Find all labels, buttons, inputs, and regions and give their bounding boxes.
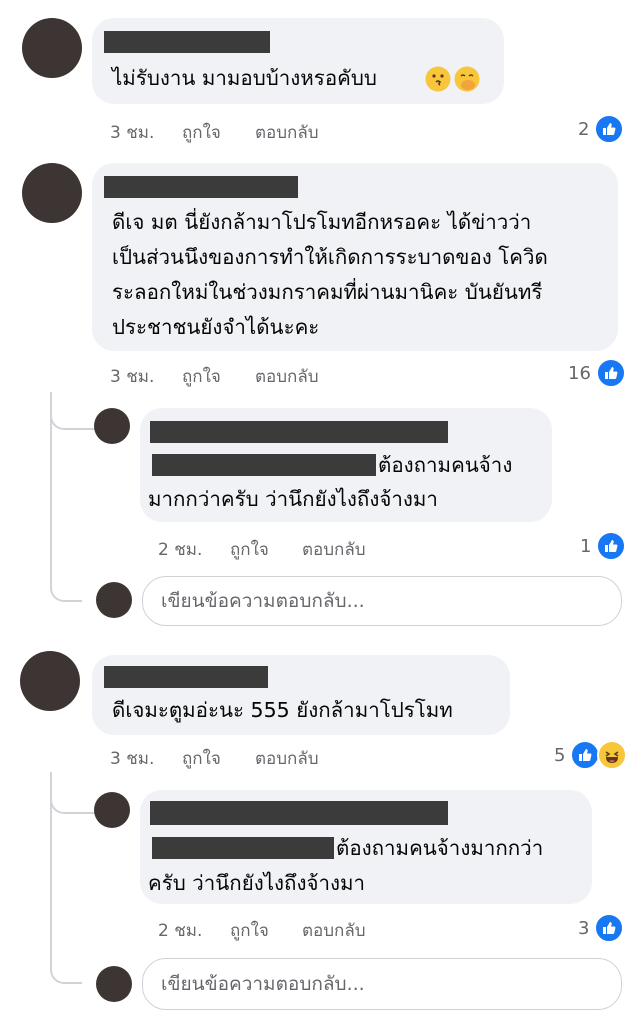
reply-bubble: ต้องถามคนจ้างมากกว่า ครับ ว่านึกยังไงถึง… (140, 790, 592, 904)
reply-link[interactable]: ตอบกลับ (255, 745, 319, 772)
comment-text-line: เป็นส่วนนึงของการทำให้เกิดการระบาดของ โค… (112, 245, 548, 269)
like-icon (594, 913, 625, 943)
like-icon (596, 531, 627, 561)
timestamp: 3 ชม. (110, 123, 155, 143)
reply-bubble: ต้องถามคนจ้าง มากกว่าครับ ว่านึกยังไงถึง… (140, 408, 552, 522)
reaction-summary[interactable]: 3 (578, 913, 625, 943)
redacted-author-name (150, 421, 448, 443)
comment-text: ไม่รับงาน มามอบบ้างหรอคับบ (112, 66, 377, 90)
thread-line (50, 392, 96, 430)
avatar[interactable] (20, 651, 80, 711)
comment-text-line: ดีเจ มต นี่ยังกล้ามาโปรโมทอีกหรอคะ ได้ข่… (112, 210, 532, 234)
avatar[interactable] (22, 163, 82, 223)
like-link[interactable]: ถูกใจ (182, 745, 221, 772)
timestamp: 3 ชม. (110, 367, 155, 387)
thread-line (50, 772, 96, 814)
comment-bubble: ไม่รับงาน มามอบบ้างหรอคับบ (92, 18, 504, 104)
reply-link[interactable]: ตอบกลับ (302, 917, 366, 944)
reply-input-placeholder: เขียนข้อความตอบกลับ... (161, 590, 365, 612)
comment-bubble: ดีเจ มต นี่ยังกล้ามาโปรโมทอีกหรอคะ ได้ข่… (92, 163, 618, 351)
like-link[interactable]: ถูกใจ (182, 119, 221, 146)
comment-text: ดีเจมะตูมอ่ะนะ 555 ยังกล้ามาโปรโมท (112, 698, 453, 722)
reply-text-line: มากกว่าครับ ว่านึกยังไงถึงจ้างมา (148, 487, 438, 511)
reaction-count: 2 (578, 118, 590, 140)
like-icon (570, 740, 601, 770)
reaction-summary[interactable]: 5 (554, 740, 628, 770)
avatar[interactable] (94, 792, 130, 828)
reply-link[interactable]: ตอบกลับ (255, 363, 319, 390)
reply-link[interactable]: ตอบกลับ (302, 536, 366, 563)
avatar[interactable] (22, 18, 82, 78)
reaction-summary[interactable]: 16 (568, 358, 626, 388)
comment-bubble: ดีเจมะตูมอ่ะนะ 555 ยังกล้ามาโปรโมท (92, 655, 510, 735)
redacted-author-name (104, 666, 268, 688)
like-link[interactable]: ถูกใจ (230, 536, 269, 563)
like-icon (594, 114, 625, 144)
kissing-emoji (425, 66, 451, 96)
redacted-mention (152, 454, 376, 476)
reply-text-line: ต้องถามคนจ้าง (378, 453, 513, 477)
like-link[interactable]: ถูกใจ (230, 917, 269, 944)
like-icon (595, 358, 626, 388)
reply-input[interactable]: เขียนข้อความตอบกลับ... (142, 576, 622, 626)
comment-text-line: ระลอกใหม่ในช่วงมกราคมที่ผ่านมานิคะ บันยั… (112, 280, 543, 304)
avatar[interactable] (94, 408, 130, 444)
haha-icon (597, 740, 628, 770)
avatar (96, 966, 132, 1002)
timestamp: 2 ชม. (158, 540, 203, 560)
reaction-count: 16 (568, 362, 591, 384)
reaction-summary[interactable]: 1 (580, 531, 627, 561)
redacted-author-name (104, 176, 298, 198)
reaction-count: 3 (578, 917, 590, 939)
reaction-count: 5 (554, 744, 566, 766)
timestamp: 2 ชม. (158, 921, 203, 941)
redacted-author-name (104, 31, 270, 53)
like-link[interactable]: ถูกใจ (182, 363, 221, 390)
redacted-mention (152, 837, 334, 859)
reaction-count: 1 (580, 535, 592, 557)
hand-over-mouth-emoji (454, 66, 480, 96)
reply-link[interactable]: ตอบกลับ (255, 119, 319, 146)
reaction-summary[interactable]: 2 (578, 114, 625, 144)
reply-text-line: ครับ ว่านึกยังไงถึงจ้างมา (148, 871, 366, 895)
reply-input[interactable]: เขียนข้อความตอบกลับ... (142, 958, 622, 1010)
reply-input-placeholder: เขียนข้อความตอบกลับ... (161, 973, 365, 995)
redacted-author-name (150, 801, 448, 825)
timestamp: 3 ชม. (110, 749, 155, 769)
reply-text-line: ต้องถามคนจ้างมากกว่า (336, 836, 544, 860)
comment-text-line: ประชาชนยังจำได้นะคะ (112, 315, 320, 339)
avatar (96, 582, 132, 618)
